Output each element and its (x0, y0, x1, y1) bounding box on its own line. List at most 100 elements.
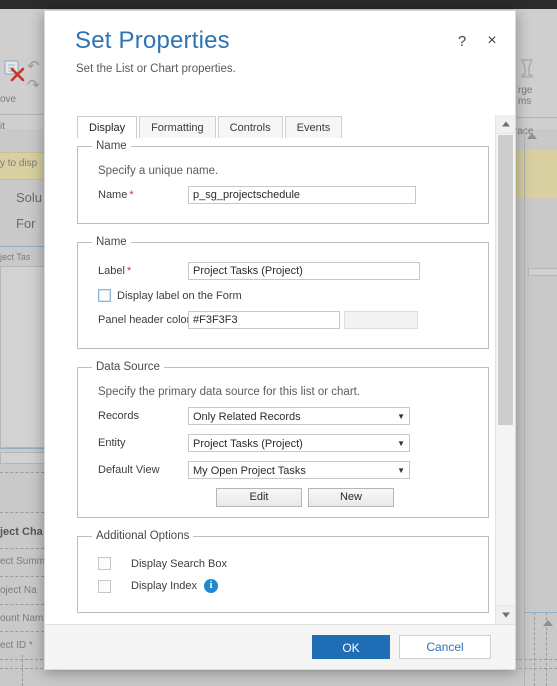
chevron-down-icon: ▼ (397, 466, 405, 475)
redo-icon: ↷ (27, 77, 40, 94)
tab-display[interactable]: Display (77, 116, 138, 138)
background-form-col-sep (22, 655, 23, 686)
ribbon-merge-label-1: rge (518, 85, 533, 96)
background-scroll-up-icon (527, 133, 537, 139)
display-search-box-checkbox[interactable] (98, 557, 111, 570)
entity-select-value: Project Tasks (Project) (193, 438, 303, 450)
tab-panel-display: Name Specify a unique name. Name* Name (77, 140, 489, 624)
background-form-row-sep (0, 631, 44, 632)
scrollbar-thumb[interactable] (498, 135, 513, 425)
chevron-down-icon: ▼ (397, 439, 405, 448)
name-group-legend: Name (96, 140, 127, 152)
display-label-row: Display label on the Form (98, 289, 478, 302)
merge-icon (521, 59, 533, 78)
display-label-checkbox[interactable] (98, 289, 111, 302)
records-select-value: Only Related Records (193, 411, 301, 423)
background-right-col-sep (534, 612, 535, 686)
dialog-footer: OK Cancel (45, 624, 515, 669)
name-field-label: Name * (88, 189, 188, 201)
background-form-row-sep (0, 472, 44, 473)
background-warning-text: y to disp (0, 158, 38, 169)
background-panel-caption: ject Tas (0, 252, 31, 262)
label-field-row: Label * (88, 262, 478, 280)
entity-select[interactable]: Project Tasks (Project) ▼ (188, 434, 410, 452)
records-row: Records Only Related Records ▼ (88, 407, 478, 425)
default-view-label: Default View (98, 464, 160, 476)
background-right-panel (528, 268, 557, 276)
chevron-down-icon (501, 612, 510, 618)
ok-button[interactable]: OK (312, 635, 390, 659)
undo-icon: ↶ (27, 58, 40, 75)
panel-header-color-row: Panel header color (88, 311, 478, 329)
background-right-rule (524, 612, 557, 613)
display-index-row: Display Index i (98, 579, 478, 593)
close-icon[interactable]: × (485, 33, 499, 49)
name-label-text: Name (98, 189, 128, 201)
background-form-field: ject Cha (0, 526, 43, 538)
tab-formatting[interactable]: Formatting (139, 116, 216, 138)
chevron-up-icon (501, 121, 510, 127)
background-scroll-up-icon (543, 620, 553, 626)
background-form-field: ect ID * (0, 640, 33, 651)
display-index-label: Display Index (131, 580, 198, 592)
ribbon-remove-label: ove (0, 94, 17, 105)
help-icon[interactable]: ? (455, 34, 469, 49)
scrollbar-up-button[interactable] (496, 115, 515, 134)
background-form-row-sep (0, 548, 44, 549)
label-required-marker: * (126, 265, 132, 277)
name-field-row: Name * (88, 186, 478, 204)
dialog-body-wrapper: Display Formatting Controls Events Name … (45, 115, 515, 624)
entity-label: Entity (98, 437, 126, 449)
entity-row: Entity Project Tasks (Project) ▼ (88, 434, 478, 452)
dialog-header-actions: ? × (455, 33, 499, 49)
ribbon-merge-label-2: ms (518, 96, 532, 107)
background-form-row-sep (0, 512, 44, 513)
new-button[interactable]: New (308, 488, 394, 507)
chevron-down-icon: ▼ (397, 412, 405, 421)
name-input[interactable] (188, 186, 416, 204)
data-source-group: Data Source Specify the primary data sou… (77, 361, 489, 518)
display-label-checkbox-label: Display label on the Form (117, 289, 242, 302)
panel-header-color-input[interactable] (188, 311, 340, 329)
label-field-label: Label * (88, 265, 188, 277)
cancel-button[interactable]: Cancel (399, 635, 491, 659)
set-properties-dialog: Set Properties Set the List or Chart pro… (44, 10, 516, 670)
background-designer-panel (0, 266, 46, 448)
default-view-row: Default View My Open Project Tasks ▼ (88, 461, 478, 479)
ribbon-edit-label: it (0, 121, 5, 132)
background-panel-divider (0, 448, 44, 449)
label-group-legend: Name (96, 236, 127, 248)
delete-icon (4, 60, 25, 82)
edit-button[interactable]: Edit (216, 488, 302, 507)
dialog-subtitle: Set the List or Chart properties. (76, 63, 236, 75)
panel-header-color-label: Panel header color (98, 314, 191, 326)
dialog-scrollbar[interactable] (495, 115, 515, 624)
dialog-body: Display Formatting Controls Events Name … (45, 115, 495, 624)
additional-options-group: Additional Options Display Search Box Di… (77, 530, 489, 613)
background-form-field: ect Summ (0, 556, 46, 567)
tab-events[interactable]: Events (284, 116, 343, 138)
name-group-hint: Specify a unique name. (98, 165, 219, 177)
records-label: Records (98, 410, 139, 422)
background-form-row-sep (0, 576, 44, 577)
default-view-select[interactable]: My Open Project Tasks ▼ (188, 461, 410, 479)
data-source-hint: Specify the primary data source for this… (98, 386, 361, 398)
records-select[interactable]: Only Related Records ▼ (188, 407, 410, 425)
additional-options-legend: Additional Options (96, 530, 190, 542)
background-nav-forms: For (16, 216, 36, 231)
label-input[interactable] (188, 262, 420, 280)
info-icon[interactable]: i (204, 579, 219, 593)
data-source-actions: Edit New (88, 488, 478, 507)
display-search-box-label: Display Search Box (131, 557, 227, 570)
display-index-checkbox[interactable] (98, 579, 111, 593)
panel-header-color-swatch[interactable] (344, 311, 418, 329)
ribbon-divider (0, 114, 44, 115)
background-nav-solution: Solu (16, 190, 43, 205)
tab-controls[interactable]: Controls (217, 116, 283, 138)
background-form-row-sep (0, 604, 44, 605)
background-designer-panel-2 (0, 452, 46, 464)
background-right-divider (524, 129, 525, 686)
background-nav-underline (0, 246, 44, 247)
name-required-marker: * (129, 189, 134, 201)
scrollbar-down-button[interactable] (496, 605, 515, 624)
